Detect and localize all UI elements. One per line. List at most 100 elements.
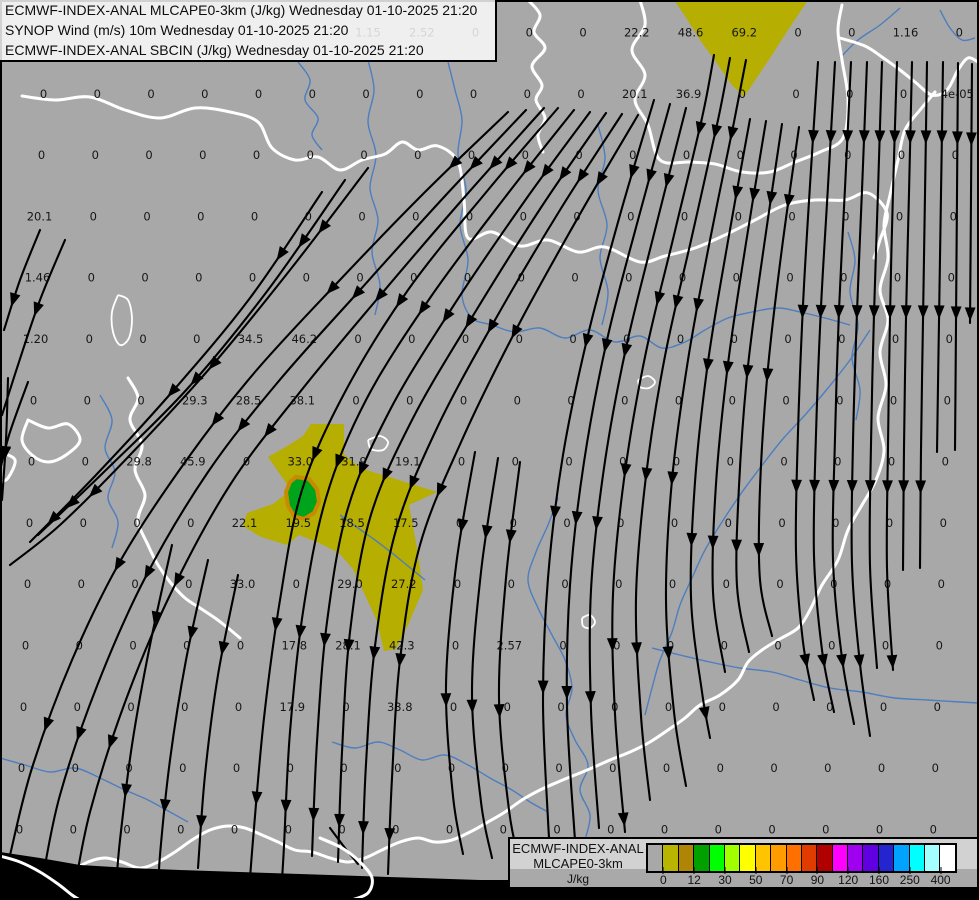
wind-value-label: 0 <box>836 393 843 407</box>
wind-value-label: 0 <box>898 148 905 162</box>
wind-value-label: 0 <box>231 822 238 836</box>
legend-tick-label: 70 <box>779 873 794 887</box>
legend-color-swatch <box>801 845 818 871</box>
wind-value-label: 0 <box>557 700 564 714</box>
wind-value-label: 0 <box>770 761 777 775</box>
wind-value-label: 0 <box>725 516 732 530</box>
wind-value-label: 0 <box>890 393 897 407</box>
wind-value-label: 0 <box>563 516 570 530</box>
wind-value-label: 0 <box>559 639 566 653</box>
wind-value-label: 0 <box>84 393 91 407</box>
wind-value-label: 0 <box>94 87 101 101</box>
wind-value-label: 0 <box>665 700 672 714</box>
wind-value-label: 0 <box>940 516 947 530</box>
legend-color-swatch <box>663 845 679 871</box>
legend-color-swatch <box>832 845 849 871</box>
wind-value-label: 0 <box>251 209 258 223</box>
wind-value-label: 0 <box>824 761 831 775</box>
wind-value-label: 0 <box>768 822 775 836</box>
wind-value-label: 0 <box>309 87 316 101</box>
wind-value-label: 0 <box>504 700 511 714</box>
legend-color-swatch <box>678 845 695 871</box>
wind-value-label: 0 <box>131 577 138 591</box>
wind-value-label: 0 <box>450 700 457 714</box>
wind-value-label: 0 <box>848 26 855 40</box>
wind-value-label: 0 <box>70 822 77 836</box>
wind-value-label: 28.5 <box>236 393 262 407</box>
wind-value-label: 0 <box>406 393 413 407</box>
wind-value-label: 0 <box>458 455 465 469</box>
legend-tick-label: 400 <box>930 873 951 887</box>
legend-color-swatch <box>894 845 910 871</box>
wind-value-label: 0 <box>354 332 361 346</box>
legend-tick-label: 30 <box>718 873 732 887</box>
wind-value-label: 0 <box>625 271 632 285</box>
wind-value-label: 0 <box>565 455 572 469</box>
wind-value-label: 0 <box>896 209 903 223</box>
wind-value-label: 0 <box>569 332 576 346</box>
legend-color-swatch <box>709 845 725 871</box>
wind-value-label: 0 <box>681 209 688 223</box>
wind-value-label: 0 <box>944 393 951 407</box>
wind-value-label: 0 <box>671 516 678 530</box>
legend-title-line1: ECMWF-INDEX-ANAL <box>512 841 644 856</box>
wind-value-label: 0 <box>137 393 144 407</box>
wind-value-label: 0 <box>22 639 29 653</box>
wind-value-label: 0 <box>145 148 152 162</box>
wind-value-label: 46.2 <box>291 332 317 346</box>
wind-value-label: 69.2 <box>731 26 757 40</box>
wind-value-label: 0 <box>942 455 949 469</box>
wind-value-label: 0 <box>774 639 781 653</box>
wind-value-label: 0 <box>177 822 184 836</box>
wind-value-label: 0 <box>201 87 208 101</box>
wind-value-label: 0 <box>123 822 130 836</box>
title-synop-wind: SYNOP Wind (m/s) 10m Wednesday 01-10-202… <box>5 22 349 38</box>
wind-value-label: 22.2 <box>624 26 650 40</box>
legend-color-swatch <box>740 845 756 871</box>
wind-value-label: 0 <box>30 393 37 407</box>
wind-value-label: 0 <box>414 148 421 162</box>
wind-value-label: 0 <box>822 822 829 836</box>
wind-value-label: 34.5 <box>238 332 264 346</box>
wind-value-label: 0 <box>794 26 801 40</box>
wind-value-label: 0 <box>609 761 616 775</box>
wind-value-label: 0 <box>512 455 519 469</box>
legend-color-swatch <box>940 845 955 871</box>
wind-value-label: 0 <box>90 209 97 223</box>
wind-value-label: 0 <box>78 577 85 591</box>
wind-value-label: 0 <box>500 822 507 836</box>
wind-value-label: 1.16 <box>893 26 919 40</box>
wind-value-label: 0 <box>193 332 200 346</box>
wind-value-label: 0 <box>663 761 670 775</box>
legend-title-line2: MLCAPE0-3km <box>533 856 623 871</box>
wind-value-label: 0 <box>197 209 204 223</box>
wind-value-label: 0 <box>956 26 963 40</box>
wind-value-label: 0 <box>187 516 194 530</box>
wind-value-label: 0 <box>460 393 467 407</box>
wind-value-label: 0 <box>356 271 363 285</box>
wind-value-label: 0 <box>80 516 87 530</box>
wind-value-label: 48.6 <box>678 26 704 40</box>
legend-tick-label: 12 <box>687 873 701 887</box>
wind-value-label: 0 <box>237 639 244 653</box>
wind-value-label: 0 <box>786 271 793 285</box>
wind-value-label: 0 <box>412 209 419 223</box>
legend-tick-label: 50 <box>749 873 763 887</box>
wind-value-label: 0 <box>452 639 459 653</box>
wind-value-label: 0 <box>195 271 202 285</box>
wind-value-label: 0 <box>249 271 256 285</box>
wind-value-label: 0 <box>892 332 899 346</box>
wind-value-label: 0 <box>520 209 527 223</box>
wind-value-label: 0 <box>38 148 45 162</box>
wind-value-label: 22.1 <box>232 516 258 530</box>
legend-tick-label: 160 <box>868 873 890 887</box>
legend-color-swatch <box>925 845 941 871</box>
wind-value-label: 0 <box>24 577 31 591</box>
wind-value-label: 0 <box>303 271 310 285</box>
wind-value-label: 0 <box>607 822 614 836</box>
wind-value-label: 0 <box>235 700 242 714</box>
weather-map-screen: 1.152.5200022.248.669.2001.1600000000000… <box>0 0 979 900</box>
title-sbcin: ECMWF-INDEX-ANAL SBCIN (J/kg) Wednesday … <box>5 42 424 58</box>
wind-value-label: 0 <box>360 148 367 162</box>
wind-value-label: 0 <box>233 761 240 775</box>
